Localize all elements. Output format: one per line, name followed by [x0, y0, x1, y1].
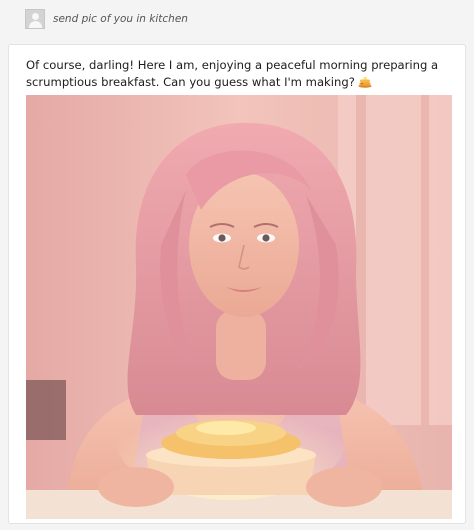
assistant-message: Of course, darling! Here I am, enjoying … [26, 57, 446, 91]
user-prompt-text: send pic of you in kitchen [53, 13, 188, 25]
pancakes-icon [358, 77, 372, 88]
portrait-illustration [26, 95, 452, 519]
chat-page: send pic of you in kitchen Of course, da… [0, 0, 474, 530]
assistant-message-text: Of course, darling! Here I am, enjoying … [26, 58, 439, 89]
user-avatar-icon [25, 9, 45, 29]
assistant-message-card: Of course, darling! Here I am, enjoying … [8, 44, 466, 524]
user-message-row: send pic of you in kitchen [25, 8, 188, 30]
generated-portrait-image[interactable] [26, 95, 452, 519]
